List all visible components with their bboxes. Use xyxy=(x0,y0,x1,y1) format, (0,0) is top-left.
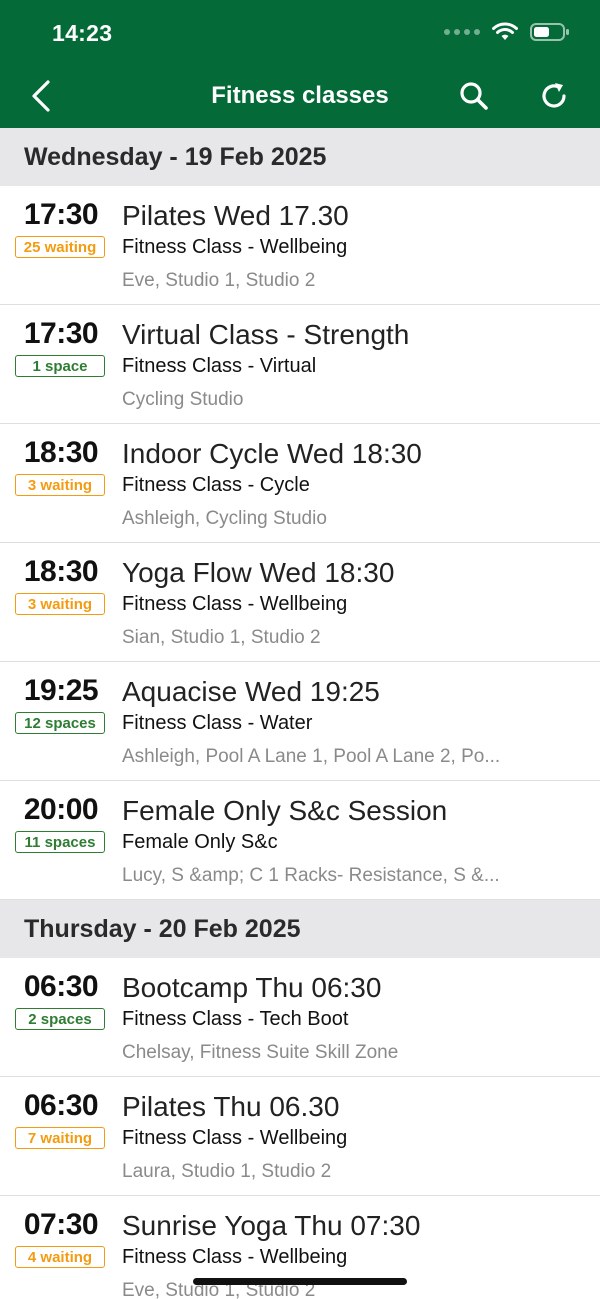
availability-badge: 1 space xyxy=(15,355,105,377)
top-bar: 14:23 Fitness classes xyxy=(0,0,600,128)
availability-badge: 3 waiting xyxy=(15,474,105,496)
class-row[interactable]: 19:25 12 spaces Aquacise Wed 19:25 Fitness … xyxy=(0,662,600,781)
class-title: Yoga Flow Wed 18:30 xyxy=(122,557,395,588)
class-location: Ashleigh, Cycling Studio xyxy=(122,508,327,529)
class-time: 18:30 xyxy=(23,555,99,588)
wifi-icon xyxy=(492,22,518,40)
app-screen: 14:23 Fitness classes Wednesday - 19 Feb… xyxy=(0,0,600,1299)
availability-badge: 11 spaces xyxy=(15,831,105,853)
class-location: Laura, Studio 1, Studio 2 xyxy=(122,1161,332,1182)
class-category: Fitness Class - Tech Boot xyxy=(122,1008,349,1030)
class-title: Female Only S&c Session xyxy=(122,795,448,826)
class-row[interactable]: 20:00 11 spaces Female Only S&c Session Fem… xyxy=(0,781,600,900)
section-header: Thursday - 20 Feb 2025 xyxy=(0,900,600,958)
class-time: 07:30 xyxy=(23,1208,99,1241)
class-location: Ashleigh, Pool A Lane 1, Pool A Lane 2, … xyxy=(122,746,501,767)
class-list: Wednesday - 19 Feb 2025 17:30 25 waiting Pi… xyxy=(0,128,600,1299)
status-bar: 14:23 xyxy=(0,0,600,64)
class-title: Virtual Class - Strength xyxy=(122,319,410,350)
class-time: 06:30 xyxy=(23,970,99,1003)
refresh-icon[interactable] xyxy=(538,80,570,112)
class-category: Fitness Class - Water xyxy=(122,712,313,734)
class-row[interactable]: 06:30 2 spaces Bootcamp Thu 06:30 Fitness C… xyxy=(0,958,600,1077)
availability-badge: 2 spaces xyxy=(15,1008,105,1030)
class-title: Pilates Thu 06.30 xyxy=(122,1091,340,1122)
class-category: Fitness Class - Wellbeing xyxy=(122,236,348,258)
class-title: Pilates Wed 17.30 xyxy=(122,200,349,231)
class-title: Indoor Cycle Wed 18:30 xyxy=(122,438,422,469)
class-location: Cycling Studio xyxy=(122,389,244,410)
class-time: 18:30 xyxy=(23,436,99,469)
class-time: 20:00 xyxy=(23,793,99,826)
class-location: Chelsay, Fitness Suite Skill Zone xyxy=(122,1042,399,1063)
status-icons xyxy=(444,22,570,42)
availability-badge: 12 spaces xyxy=(15,712,105,734)
class-category: Female Only S&c xyxy=(122,831,278,853)
battery-icon xyxy=(530,23,569,41)
page-title: Fitness classes xyxy=(211,82,389,109)
availability-badge: 25 waiting xyxy=(15,236,105,258)
search-icon[interactable] xyxy=(458,80,490,112)
class-row[interactable]: 17:30 1 space Virtual Class - Strength Fitn… xyxy=(0,305,600,424)
class-row[interactable]: 18:30 3 waiting Yoga Flow Wed 18:30 Fitness… xyxy=(0,543,600,662)
class-time: 17:30 xyxy=(23,317,99,350)
class-row[interactable]: 06:30 7 waiting Pilates Thu 06.30 Fitness C… xyxy=(0,1077,600,1196)
class-time: 19:25 xyxy=(23,674,99,707)
status-time: 14:23 xyxy=(52,20,113,46)
class-category: Fitness Class - Wellbeing xyxy=(122,1246,348,1268)
class-time: 06:30 xyxy=(23,1089,99,1122)
class-row[interactable]: 17:30 25 waiting Pilates Wed 17.30 Fitness … xyxy=(0,186,600,305)
class-location: Eve, Studio 1, Studio 2 xyxy=(122,270,316,291)
class-category: Fitness Class - Cycle xyxy=(122,474,310,496)
availability-badge: 4 waiting xyxy=(15,1246,105,1268)
class-title: Bootcamp Thu 06:30 xyxy=(122,972,382,1003)
home-indicator xyxy=(193,1278,407,1285)
class-time: 17:30 xyxy=(23,198,99,231)
class-category: Fitness Class - Wellbeing xyxy=(122,1127,348,1149)
class-category: Fitness Class - Wellbeing xyxy=(122,593,348,615)
class-location: Lucy, S &amp; C 1 Racks- Resistance, S &… xyxy=(122,865,500,886)
class-location: Sian, Studio 1, Studio 2 xyxy=(122,627,321,648)
cellular-signal-icon xyxy=(444,29,480,35)
class-title: Sunrise Yoga Thu 07:30 xyxy=(122,1210,421,1241)
section-header: Wednesday - 19 Feb 2025 xyxy=(0,128,600,186)
availability-badge: 3 waiting xyxy=(15,593,105,615)
class-title: Aquacise Wed 19:25 xyxy=(122,676,380,707)
availability-badge: 7 waiting xyxy=(15,1127,105,1149)
class-category: Fitness Class - Virtual xyxy=(122,355,317,377)
class-row[interactable]: 18:30 3 waiting Indoor Cycle Wed 18:30 Fitn… xyxy=(0,424,600,543)
nav-bar: Fitness classes xyxy=(0,64,600,128)
